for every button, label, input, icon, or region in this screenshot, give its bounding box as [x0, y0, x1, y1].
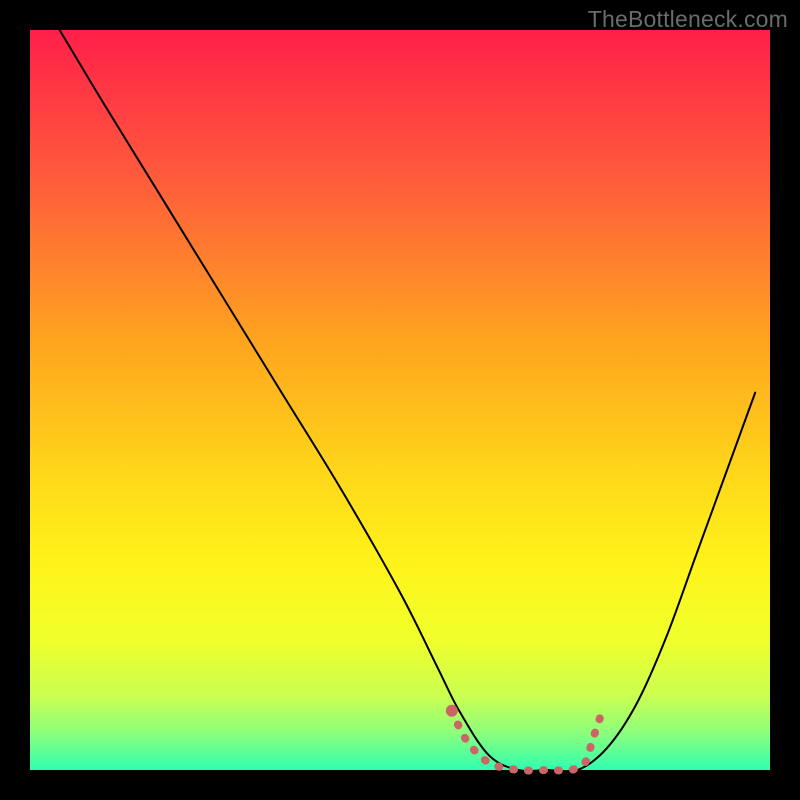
chart-svg [0, 0, 800, 800]
highlight-start-dot [446, 705, 458, 717]
watermark-text: TheBottleneck.com [588, 6, 788, 33]
chart-background [30, 30, 770, 770]
chart-stage: TheBottleneck.com [0, 0, 800, 800]
